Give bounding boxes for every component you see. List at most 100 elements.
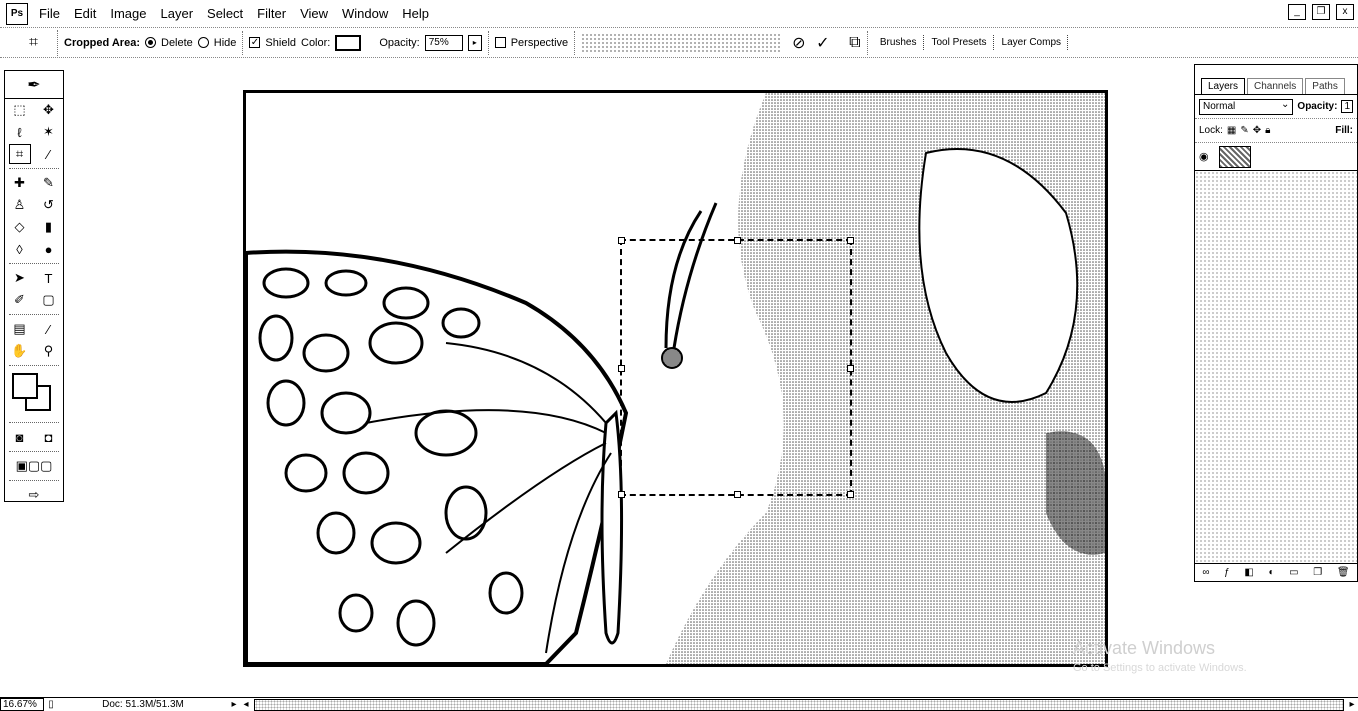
photoshop-app-icon[interactable]: Ps — [6, 2, 28, 25]
crop-handle-bottom-left[interactable] — [618, 491, 625, 498]
opacity-label: Opacity: — [379, 36, 420, 49]
new-group-icon[interactable]: ▭ — [1289, 567, 1298, 578]
jump-to-imageready-icon[interactable]: ⇨ — [23, 485, 45, 505]
layer-row[interactable]: ◉ — [1195, 143, 1357, 171]
status-menu-arrow-icon[interactable]: ▸ — [228, 699, 240, 710]
lock-position-icon[interactable]: ✥ — [1253, 125, 1261, 136]
menu-bar: Ps File Edit Image Layer Select Filter V… — [0, 0, 1358, 28]
brush-icon[interactable]: ✎ — [38, 173, 60, 193]
tab-channels[interactable]: Channels — [1247, 78, 1304, 94]
menu-help[interactable]: Help — [395, 0, 436, 28]
zoom-icon[interactable]: ⚲ — [38, 341, 60, 361]
perspective-checkbox[interactable] — [494, 37, 506, 48]
hand-icon[interactable]: ✋ — [9, 341, 31, 361]
crop-handle-top-left[interactable] — [618, 237, 625, 244]
standard-mode-icon[interactable]: ◙ — [9, 427, 31, 447]
crop-handle-middle-right[interactable] — [847, 365, 854, 372]
shield-color-swatch[interactable] — [335, 34, 362, 51]
zoom-level-field[interactable]: 16.67% — [0, 698, 44, 711]
scroll-right-arrow-icon[interactable]: ▸ — [1346, 699, 1358, 710]
pen-icon[interactable]: ✐ — [9, 290, 31, 310]
layers-panel-tabs: Layers Channels Paths — [1195, 73, 1357, 95]
shield-checkbox[interactable]: ✓ — [249, 37, 261, 48]
crop-selection-box[interactable] — [618, 237, 854, 498]
path-select-icon[interactable]: ➤ — [9, 268, 31, 288]
layer-opacity-input[interactable]: 1 — [1341, 100, 1353, 113]
layer-mask-icon[interactable]: ◧ — [1244, 567, 1253, 578]
well-tab-layer-comps[interactable]: Layer Comps — [996, 35, 1068, 50]
crop-icon[interactable]: ⌗ — [8, 144, 31, 164]
crop-handle-bottom-right[interactable] — [847, 491, 854, 498]
lock-pixels-icon[interactable]: ✎ — [1240, 125, 1248, 136]
commit-crop-button[interactable]: ✓ — [811, 32, 835, 54]
type-icon[interactable]: T — [38, 268, 60, 288]
new-layer-icon[interactable]: ❐ — [1313, 567, 1322, 578]
eraser-icon[interactable]: ◇ — [9, 217, 31, 237]
close-button[interactable]: x — [1336, 4, 1354, 20]
options-bar-spacer — [581, 32, 781, 53]
crop-handle-top-right[interactable] — [847, 237, 854, 244]
menu-filter[interactable]: Filter — [250, 0, 293, 28]
lock-transparency-icon[interactable]: ▦ — [1227, 125, 1236, 136]
healing-brush-icon[interactable]: ✚ — [9, 173, 31, 193]
menu-select[interactable]: Select — [200, 0, 250, 28]
crop-handle-bottom-middle[interactable] — [734, 491, 741, 498]
shield-group: ✓ Shield Color: Opacity: 75% ▸ — [243, 30, 489, 55]
tab-paths[interactable]: Paths — [1305, 78, 1345, 94]
blur-icon[interactable]: ◊ — [9, 239, 31, 259]
quick-mask-icon[interactable]: ◘ — [38, 427, 60, 447]
move-icon[interactable]: ✥ — [38, 100, 60, 120]
file-browser-button[interactable]: ⧉ — [843, 32, 867, 54]
document-icon[interactable]: ▯ — [44, 699, 58, 710]
adjustment-layer-icon[interactable]: ◐ — [1268, 567, 1274, 578]
cancel-crop-button[interactable]: ⊘ — [787, 32, 811, 54]
delete-radio[interactable] — [145, 37, 156, 48]
scroll-left-arrow-icon[interactable]: ◂ — [240, 699, 252, 710]
hide-radio[interactable] — [197, 37, 209, 48]
eyedropper-icon[interactable]: ⁄ — [38, 319, 60, 339]
menu-file[interactable]: File — [32, 0, 67, 28]
menu-window[interactable]: Window — [335, 0, 395, 28]
doc-size-readout: Doc: 51.3M/51.3M — [102, 699, 184, 710]
dodge-icon[interactable]: ● — [38, 239, 60, 259]
palette-well: Brushes Tool Presets Layer Comps — [866, 30, 1068, 55]
tab-layers[interactable]: Layers — [1201, 78, 1246, 94]
menu-layer[interactable]: Layer — [154, 0, 201, 28]
minimize-button[interactable]: _ — [1288, 4, 1306, 20]
slice-icon[interactable]: ⁄ — [38, 144, 60, 164]
lock-label: Lock: — [1199, 125, 1223, 136]
well-tab-tool-presets[interactable]: Tool Presets — [926, 35, 994, 50]
lock-all-icon[interactable]: 🔒︎ — [1265, 125, 1270, 136]
marquee-icon[interactable]: ⬚ — [9, 100, 31, 120]
menu-image[interactable]: Image — [103, 0, 153, 28]
toolbox-header[interactable]: ✒ — [5, 71, 63, 99]
tool-preset-picker[interactable]: ⌗ — [10, 29, 58, 56]
crop-icon: ⌗ — [28, 33, 38, 51]
crop-handle-middle-left[interactable] — [618, 365, 625, 372]
restore-button[interactable]: ❐ — [1312, 4, 1330, 20]
history-brush-icon[interactable]: ↺ — [38, 195, 60, 215]
foreground-color-swatch[interactable] — [12, 373, 38, 399]
trash-icon[interactable]: 🗑︎ — [1337, 567, 1350, 578]
well-tab-brushes[interactable]: Brushes — [874, 35, 924, 50]
document-canvas[interactable] — [243, 90, 1108, 667]
opacity-input[interactable]: 75% — [424, 34, 463, 51]
menu-view[interactable]: View — [293, 0, 335, 28]
eye-icon[interactable]: ◉ — [1199, 150, 1213, 164]
shape-icon[interactable]: ▢ — [38, 290, 60, 310]
crop-handle-top-middle[interactable] — [734, 237, 741, 244]
lasso-icon[interactable]: ℓ — [9, 122, 31, 142]
blend-mode-select[interactable]: Normal — [1199, 98, 1294, 115]
layer-style-icon[interactable]: ƒ — [1224, 567, 1230, 578]
screen-mode-icon[interactable]: ▣▢▢ — [16, 456, 53, 476]
color-picker — [5, 369, 63, 419]
clone-stamp-icon[interactable]: ♙ — [9, 195, 31, 215]
horizontal-scrollbar[interactable] — [254, 698, 1344, 711]
magic-wand-icon[interactable]: ✶ — [38, 122, 60, 142]
gradient-icon[interactable]: ▮ — [38, 217, 60, 237]
link-layers-icon[interactable]: ∞ — [1202, 567, 1209, 578]
notes-icon[interactable]: ▤ — [9, 319, 31, 339]
menu-edit[interactable]: Edit — [67, 0, 103, 28]
opacity-stepper[interactable]: ▸ — [467, 34, 482, 51]
color-label: Color: — [301, 36, 331, 49]
